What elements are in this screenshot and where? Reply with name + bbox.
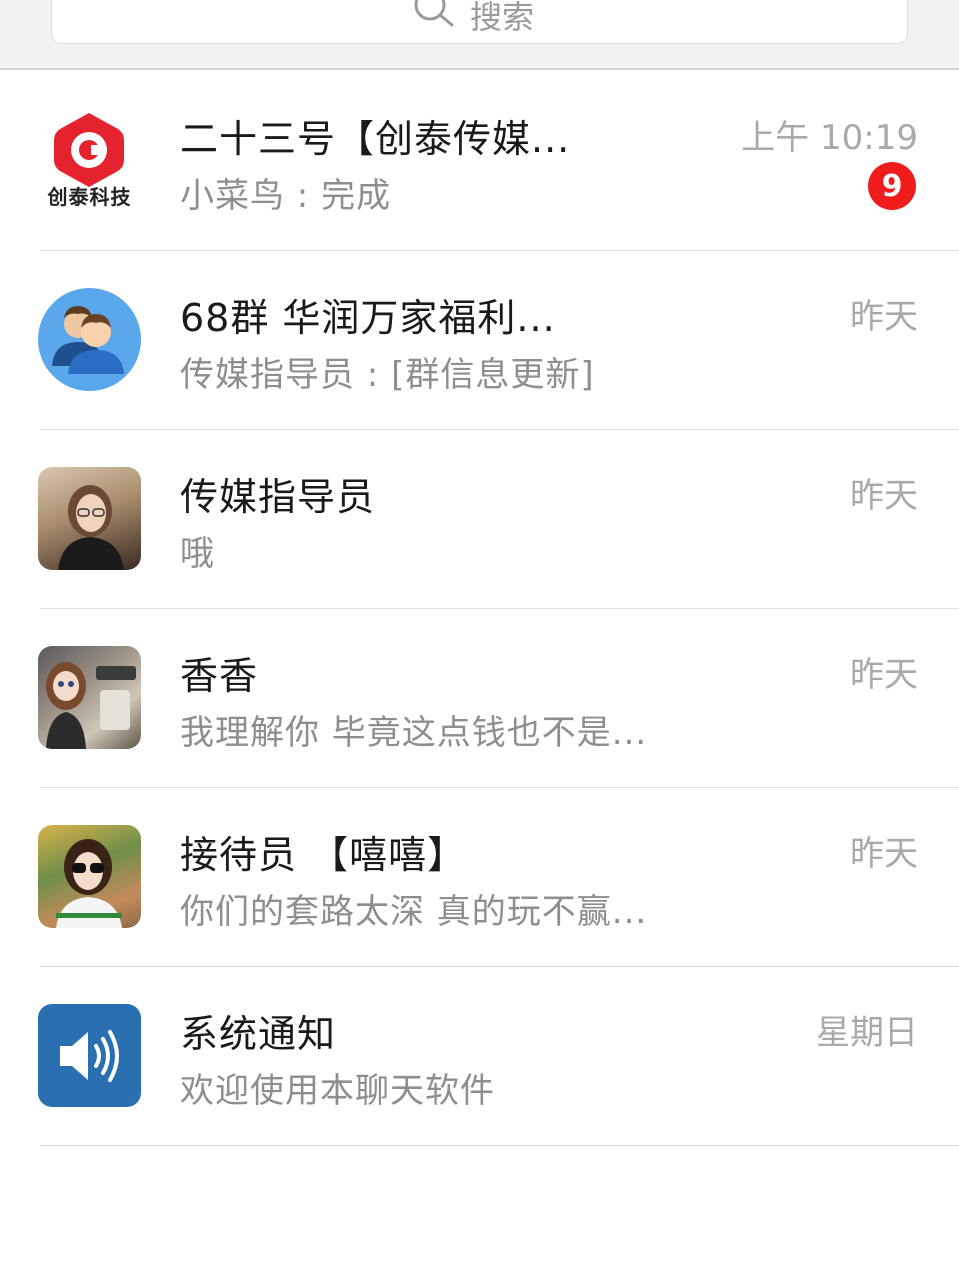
chat-row-system-notice[interactable]: 系统通知 欢迎使用本聊天软件 星期日 bbox=[0, 967, 959, 1146]
system-notice-avatar bbox=[38, 1004, 141, 1107]
chat-name: 系统通知 bbox=[180, 1012, 337, 1056]
chat-preview: 小菜鸟 : 完成 bbox=[180, 176, 392, 216]
unread-badge: 9 bbox=[868, 162, 916, 210]
chat-preview: 欢迎使用本聊天软件 bbox=[180, 1071, 495, 1111]
chat-time: 上午 10:19 bbox=[741, 118, 918, 158]
chat-name: 接待员 【嘻嘻】 bbox=[180, 833, 467, 877]
group-icon bbox=[52, 306, 124, 374]
chat-name: 传媒指导员 bbox=[180, 475, 376, 519]
chat-preview: 我理解你 毕竟这点钱也不是... bbox=[180, 713, 648, 753]
user-photo-avatar bbox=[38, 825, 141, 928]
chat-preview: 你们的套路太深 真的玩不赢... bbox=[180, 892, 648, 932]
chat-time: 昨天 bbox=[850, 834, 918, 874]
user-photo-icon bbox=[58, 485, 124, 570]
chat-list: 创泰科技 二十三号【创泰传媒... 小菜鸟 : 完成 上午 10:19 9 68… bbox=[0, 72, 959, 1146]
doll-photo-icon bbox=[46, 662, 136, 749]
chat-name: 二十三号【创泰传媒... bbox=[180, 117, 571, 161]
doll-photo-avatar bbox=[38, 646, 141, 749]
chat-row-receptionist[interactable]: 接待员 【嘻嘻】 你们的套路太深 真的玩不赢... 昨天 bbox=[0, 788, 959, 967]
company-logo-icon bbox=[54, 113, 124, 187]
company-logo-label: 创泰科技 bbox=[47, 185, 132, 209]
chat-preview: 哦 bbox=[180, 534, 215, 574]
chat-row-guide[interactable]: 传媒指导员 哦 昨天 bbox=[0, 430, 959, 609]
user-photo-avatar bbox=[38, 467, 141, 570]
speaker-icon bbox=[60, 1030, 119, 1082]
chat-name: 68群 华润万家福利... bbox=[180, 296, 556, 340]
chat-time: 昨天 bbox=[850, 655, 918, 695]
chat-preview: 传媒指导员 : [群信息更新] bbox=[180, 355, 595, 395]
company-logo-avatar: 创泰科技 bbox=[38, 109, 141, 212]
chat-row-group-23[interactable]: 创泰科技 二十三号【创泰传媒... 小菜鸟 : 完成 上午 10:19 9 bbox=[0, 72, 959, 251]
search-placeholder-group: 搜索 bbox=[412, 0, 534, 37]
search-placeholder: 搜索 bbox=[470, 0, 535, 36]
chat-row-group-68[interactable]: 68群 华润万家福利... 传媒指导员 : [群信息更新] 昨天 bbox=[0, 251, 959, 430]
chat-name: 香香 bbox=[180, 654, 259, 698]
search-bar: 搜索 bbox=[0, 0, 959, 70]
group-avatar bbox=[38, 288, 141, 391]
chat-row-xiangxiang[interactable]: 香香 我理解你 毕竟这点钱也不是... 昨天 bbox=[0, 609, 959, 788]
chat-time: 昨天 bbox=[850, 297, 918, 337]
search-icon bbox=[414, 0, 454, 27]
search-field[interactable]: 搜索 bbox=[51, 0, 908, 44]
chat-time: 昨天 bbox=[850, 476, 918, 516]
row-divider bbox=[40, 1145, 959, 1146]
user-photo-icon bbox=[56, 839, 122, 928]
chat-time: 星期日 bbox=[816, 1013, 918, 1053]
